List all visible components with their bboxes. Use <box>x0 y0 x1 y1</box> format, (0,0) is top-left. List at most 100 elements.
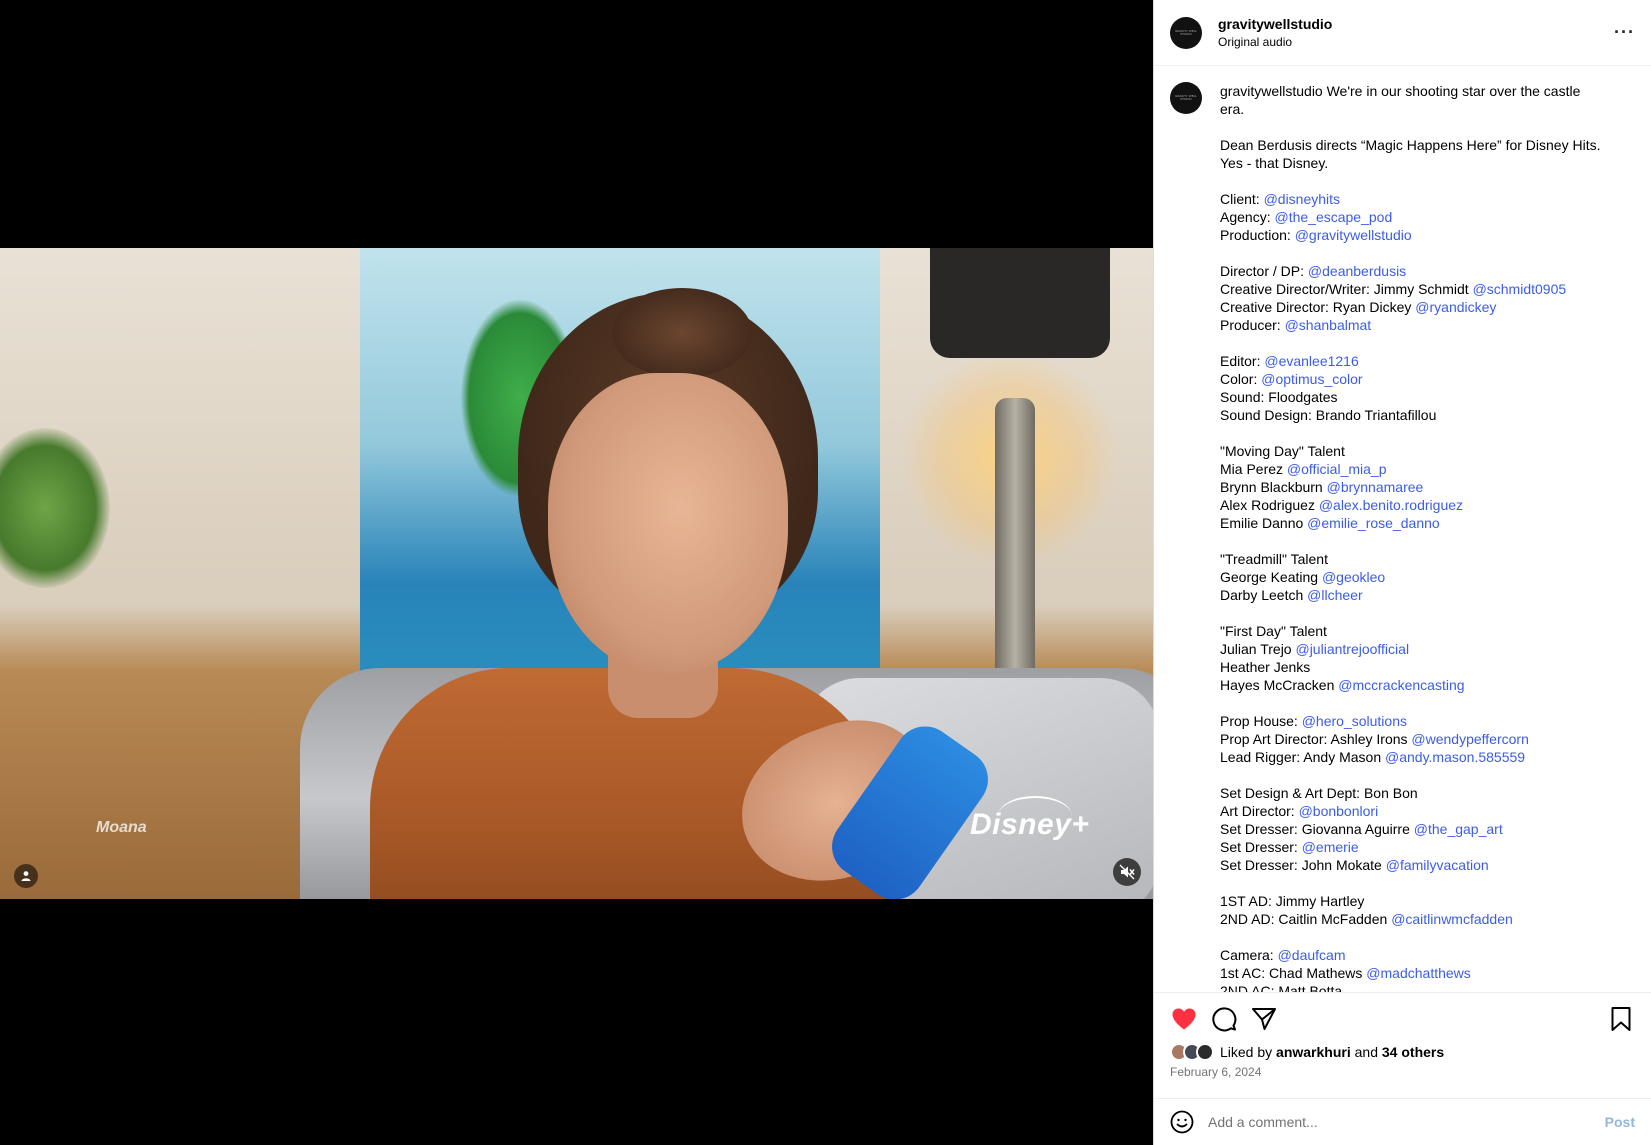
caption-line: Producer: @shanbalmat <box>1220 316 1630 334</box>
liker-avatars[interactable] <box>1170 1043 1214 1061</box>
mention-link[interactable]: @optimus_color <box>1261 371 1362 387</box>
mention-link[interactable]: @evanlee1216 <box>1264 353 1358 369</box>
mention-link[interactable]: @ryandickey <box>1415 299 1496 315</box>
comments-area[interactable]: GRAVITY WELL STUDIO gravitywellstudio We… <box>1154 66 1651 992</box>
caption-line: Set Dresser: John Mokate @familyvacation <box>1220 856 1630 874</box>
comment-input[interactable] <box>1208 1114 1605 1130</box>
emoji-icon[interactable] <box>1170 1110 1194 1134</box>
mention-link[interactable]: @brynnamaree <box>1327 479 1424 495</box>
mention-link[interactable]: @emerie <box>1302 839 1359 855</box>
action-icons-row <box>1170 1005 1635 1033</box>
paper-plane-icon <box>1252 1008 1276 1030</box>
mention-link[interactable]: @mccrackencasting <box>1338 677 1464 693</box>
caption-line: Creative Director/Writer: Jimmy Schmidt … <box>1220 280 1630 298</box>
caption-line: George Keating @geokleo <box>1220 568 1630 586</box>
caption-line: Yes - that Disney. <box>1220 154 1630 172</box>
mention-link[interactable]: @hero_solutions <box>1302 713 1407 729</box>
caption-text-segment: Producer: <box>1220 317 1285 333</box>
likes-joiner: and <box>1354 1044 1378 1060</box>
likes-summary: Liked by anwarkhuri and 34 others <box>1170 1043 1635 1061</box>
caption-line: 2ND AC: Matt Botta <box>1220 982 1630 992</box>
video-player[interactable]: Moana Disney+ <box>0 248 1153 899</box>
caption-line: Hayes McCracken @mccrackencasting <box>1220 676 1630 694</box>
post-header: GRAVITY WELL STUDIO gravitywellstudio Or… <box>1154 0 1651 66</box>
bookmark-icon <box>1611 1007 1631 1031</box>
mention-link[interactable]: @bonbonlori <box>1299 803 1379 819</box>
mention-link[interactable]: @deanberdusis <box>1308 263 1406 279</box>
mention-link[interactable]: @emilie_rose_danno <box>1307 515 1440 531</box>
mention-link[interactable]: @schmidt0905 <box>1473 281 1567 297</box>
video-person-hair-bun <box>612 288 752 378</box>
person-icon <box>21 871 31 881</box>
caption-row: GRAVITY WELL STUDIO gravitywellstudio We… <box>1170 82 1635 992</box>
post-header-text: gravitywellstudio Original audio <box>1218 16 1614 49</box>
more-options-button[interactable]: ··· <box>1614 22 1635 43</box>
caption-text-segment: Alex Rodriguez <box>1220 497 1319 513</box>
caption-line: Color: @optimus_color <box>1220 370 1630 388</box>
comment-button[interactable] <box>1210 1005 1238 1033</box>
caption-text-segment: Hayes McCracken <box>1220 677 1339 693</box>
mention-link[interactable]: @caitlinwmcfadden <box>1391 911 1513 927</box>
comment-composer: Post <box>1154 1098 1651 1145</box>
caption-text-segment: "Moving Day" Talent <box>1220 443 1345 459</box>
mention-link[interactable]: @disneyhits <box>1264 191 1340 207</box>
post-date[interactable]: February 6, 2024 <box>1170 1065 1635 1079</box>
mention-link[interactable]: @familyvacation <box>1386 857 1489 873</box>
mute-toggle-button[interactable] <box>1113 858 1141 886</box>
comment-bubble-icon <box>1212 1007 1237 1032</box>
caption-line: Set Dresser: @emerie <box>1220 838 1630 856</box>
share-button[interactable] <box>1250 1005 1278 1033</box>
mention-link[interactable]: @llcheer <box>1307 587 1362 603</box>
mention-link[interactable]: @geokleo <box>1322 569 1385 585</box>
save-button[interactable] <box>1607 1005 1635 1033</box>
action-bar: Liked by anwarkhuri and 34 others Februa… <box>1154 992 1651 1098</box>
caption-text-segment: George Keating <box>1220 569 1322 585</box>
mention-link[interactable]: @the_escape_pod <box>1274 209 1392 225</box>
caption-line: 2ND AD: Caitlin McFadden @caitlinwmcfadd… <box>1220 910 1630 928</box>
caption-text-segment: Set Dresser: Giovanna Aguirre <box>1220 821 1414 837</box>
caption-line: Creative Director: Ryan Dickey @ryandick… <box>1220 298 1630 316</box>
like-button[interactable] <box>1170 1005 1198 1033</box>
mention-link[interactable]: @the_gap_art <box>1414 821 1503 837</box>
caption-line: Heather Jenks <box>1220 658 1630 676</box>
video-brand-logo: Disney+ <box>970 796 1089 842</box>
author-avatar[interactable]: GRAVITY WELL STUDIO <box>1170 16 1202 49</box>
speaker-muted-icon <box>1119 864 1135 880</box>
caption-line: Set Design & Art Dept: Bon Bon <box>1220 784 1630 802</box>
author-username[interactable]: gravitywellstudio <box>1218 16 1614 32</box>
brand-arc-icon <box>998 796 1072 836</box>
audio-label[interactable]: Original audio <box>1218 35 1614 49</box>
caption-line: Sound Design: Brando Triantafillou <box>1220 406 1630 424</box>
caption-text-segment: era. <box>1220 101 1245 117</box>
mention-link[interactable]: @alex.benito.rodriguez <box>1319 497 1463 513</box>
mention-link[interactable]: @wendypeffercorn <box>1411 731 1528 747</box>
caption-text-segment: 1ST AD: Jimmy Hartley <box>1220 893 1365 909</box>
mention-link[interactable]: @gravitywellstudio <box>1295 227 1412 243</box>
mention-link[interactable]: @juliantrejoofficial <box>1295 641 1409 657</box>
caption-line: Set Dresser: Giovanna Aguirre @the_gap_a… <box>1220 820 1630 838</box>
mention-link[interactable]: @daufcam <box>1278 947 1346 963</box>
caption-author-avatar[interactable]: GRAVITY WELL STUDIO <box>1170 82 1202 114</box>
caption-text-segment: Sound: Floodgates <box>1220 389 1338 405</box>
mention-link[interactable]: @andy.mason.585559 <box>1385 749 1525 765</box>
tagged-people-button[interactable] <box>14 864 38 888</box>
caption-line: Sound: Floodgates <box>1220 388 1630 406</box>
liker-username[interactable]: anwarkhuri <box>1276 1044 1351 1060</box>
video-pane: Moana Disney+ <box>0 0 1153 1145</box>
likes-others-link[interactable]: 34 others <box>1382 1044 1444 1060</box>
caption-line: Julian Trejo @juliantrejoofficial <box>1220 640 1630 658</box>
post-comment-button[interactable]: Post <box>1605 1114 1635 1130</box>
mention-link[interactable]: @shanbalmat <box>1285 317 1372 333</box>
caption-line: "Treadmill" Talent <box>1220 550 1630 568</box>
caption-text-segment: Darby Leetch <box>1220 587 1308 603</box>
mention-link[interactable]: @official_mia_p <box>1287 461 1387 477</box>
caption-text-segment: Julian Trejo <box>1220 641 1296 657</box>
caption-text-segment: Director / DP: <box>1220 263 1308 279</box>
mention-link[interactable]: @madchatthews <box>1366 965 1470 981</box>
caption-text-segment: Creative Director/Writer: Jimmy Schmidt <box>1220 281 1473 297</box>
